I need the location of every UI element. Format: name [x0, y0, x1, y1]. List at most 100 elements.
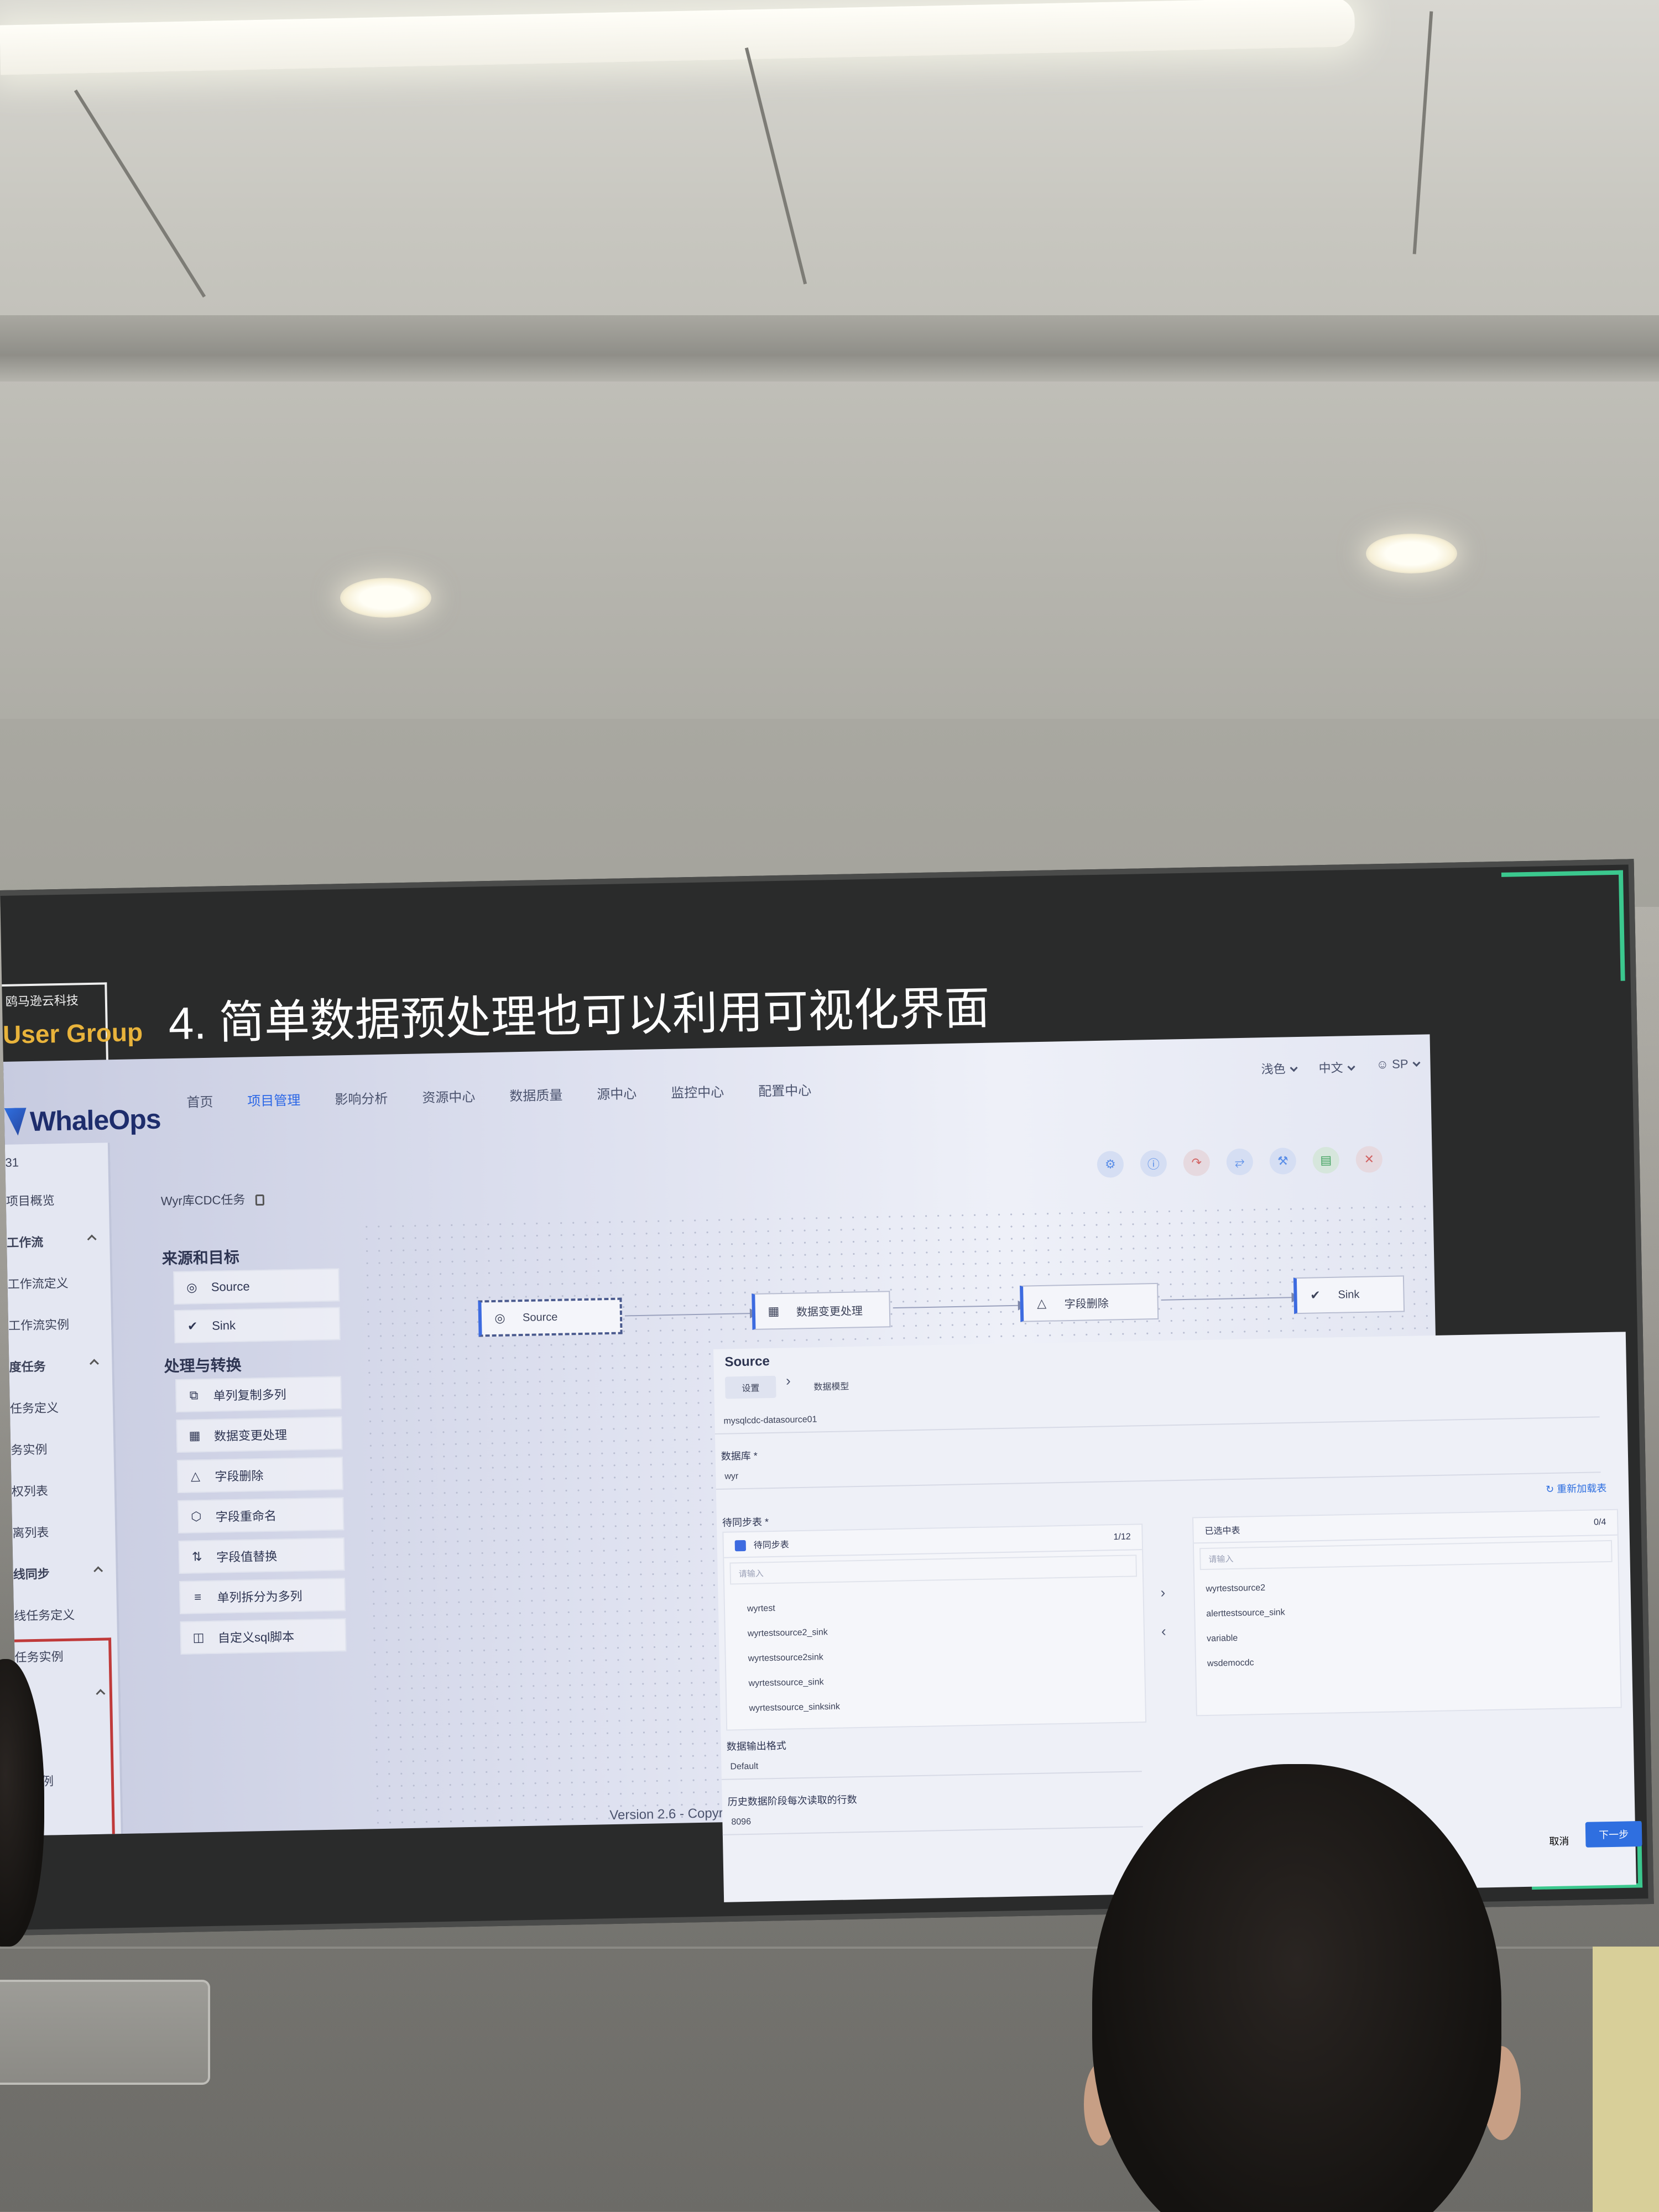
list-item[interactable]: wyrtest [747, 1604, 775, 1614]
list-item[interactable]: wyrtestsource2_sink [748, 1627, 828, 1639]
selected-tables-search[interactable]: 请输入 [1199, 1540, 1613, 1571]
edge-arrow [1161, 1297, 1300, 1301]
sidebar-item-sync-task-definition[interactable]: 线任务定义 [14, 1605, 75, 1624]
sidebar-group-workflow[interactable]: 工作流 [7, 1233, 44, 1251]
ceiling-light-strip [0, 0, 1355, 75]
downlight [1366, 534, 1457, 573]
format-icon[interactable]: ⚒ [1269, 1147, 1297, 1175]
chevron-right-icon: › [785, 1372, 791, 1389]
logo[interactable]: WhaleOps [4, 1103, 161, 1138]
history-rows-input[interactable]: 8096 [722, 1803, 1143, 1835]
chevron-up-icon[interactable] [89, 1359, 99, 1369]
nav-source-center[interactable]: 源中心 [597, 1083, 637, 1103]
component-custom-sql[interactable]: ◫ 自定义sql脚本 [180, 1618, 347, 1655]
slide-title: 4. 简单数据预处理也可以利用可视化界面 [168, 983, 990, 1050]
sidebar-item-overview[interactable]: 项目概览 [6, 1191, 55, 1209]
chevron-up-icon[interactable] [93, 1566, 103, 1576]
component-sink[interactable]: ✔ Sink [174, 1307, 341, 1344]
cancel-button[interactable]: 取消 [1536, 1828, 1583, 1854]
info-icon[interactable]: ⓘ [1140, 1150, 1167, 1177]
share-icon[interactable]: ↷ [1183, 1149, 1211, 1177]
output-format-select[interactable]: Default [721, 1747, 1142, 1780]
list-item[interactable]: wyrtestsource_sinksink [749, 1702, 840, 1714]
sidebar-item-sync-task-instance[interactable]: 任务实例 [14, 1647, 64, 1666]
component-label: Source [211, 1279, 250, 1294]
nav-home[interactable]: 首页 [186, 1091, 213, 1111]
sidebar-item-workflow-instance[interactable]: 工作流实例 [8, 1315, 70, 1334]
nav-config-center[interactable]: 配置中心 [758, 1079, 812, 1100]
grid-icon: ▦ [768, 1304, 780, 1318]
database-select[interactable]: wyr [716, 1448, 1601, 1490]
datasource-select[interactable]: mysqlcdc-datasource01 [714, 1393, 1600, 1434]
list-item[interactable]: wyrtestsource_sink [748, 1677, 823, 1689]
save-icon[interactable]: ▤ [1312, 1146, 1340, 1174]
node-label: 数据变更处理 [796, 1305, 863, 1318]
sql-script-icon: ◫ [192, 1630, 205, 1645]
sink-icon: ✔ [187, 1319, 198, 1333]
sidebar-group-task[interactable]: 度任务 [9, 1357, 46, 1375]
settings-icon[interactable]: ⚙ [1097, 1151, 1124, 1178]
nav-impact-analysis[interactable]: 影响分析 [335, 1088, 388, 1108]
list-item[interactable]: wsdemocdc [1207, 1658, 1254, 1669]
sidebar-item-offline-list[interactable]: 离列表 [12, 1523, 49, 1541]
node-field-delete[interactable]: △ 字段删除 [1020, 1282, 1159, 1322]
sidebar-item-task-definition[interactable]: 任务定义 [10, 1398, 59, 1417]
fullscreen-icon[interactable]: ⥂ [1226, 1148, 1254, 1176]
theme-select[interactable]: 浅色 [1261, 1059, 1298, 1077]
sink-icon: ✔ [1310, 1288, 1321, 1302]
component-field-delete[interactable]: △ 字段删除 [176, 1457, 343, 1494]
nav-data-quality[interactable]: 数据质量 [509, 1084, 563, 1105]
node-change-processing[interactable]: ▦ 数据变更处理 [752, 1291, 891, 1331]
nav-monitor-center[interactable]: 监控中心 [671, 1081, 724, 1102]
move-right-button[interactable]: › [1160, 1584, 1165, 1601]
select-all-checkbox[interactable] [734, 1540, 747, 1552]
sidebar-item-permission-list[interactable]: 权列表 [12, 1481, 49, 1500]
list-item[interactable]: wyrtestsource2sink [748, 1652, 823, 1664]
component-field-rename[interactable]: ⬡ 字段重命名 [178, 1497, 345, 1534]
available-tables-search[interactable]: 请输入 [729, 1554, 1138, 1585]
component-value-replace[interactable]: ⇅ 字段值替换 [178, 1537, 345, 1574]
selected-tables-header: 已选中表 0/4 [1193, 1510, 1618, 1544]
node-sink[interactable]: ✔ Sink [1293, 1275, 1405, 1314]
selected-tables-list: 已选中表 0/4 请输入 wyrtestsource2 alerttestsou… [1192, 1509, 1622, 1717]
task-title: Wyr库CDC任务 [161, 1190, 264, 1209]
chevron-up-icon[interactable] [87, 1234, 97, 1244]
database-label: 数据库 * [721, 1450, 758, 1462]
component-source[interactable]: ◎ Source [173, 1268, 340, 1305]
move-left-button[interactable]: ‹ [1161, 1623, 1166, 1640]
tables-label: 待同步表 * [722, 1516, 769, 1528]
edge-arrow [624, 1312, 758, 1317]
ceiling-seam [74, 89, 206, 298]
next-button[interactable]: 下一步 [1585, 1820, 1642, 1848]
document-icon[interactable] [255, 1194, 264, 1206]
component-split-column[interactable]: ≡ 单列拆分为多列 [179, 1578, 346, 1614]
component-label: 字段重命名 [215, 1509, 277, 1524]
list-item[interactable]: wyrtestsource2 [1206, 1583, 1265, 1594]
task-name: Wyr库CDC任务 [160, 1192, 246, 1208]
close-icon[interactable]: ✕ [1355, 1146, 1383, 1173]
node-source[interactable]: ◎ Source [478, 1297, 623, 1337]
available-count: 1/12 [1113, 1532, 1131, 1542]
sidebar-item-task-instance[interactable]: 务实例 [11, 1440, 48, 1458]
component-change-processing[interactable]: ▦ 数据变更处理 [176, 1416, 343, 1453]
nav-resource-center[interactable]: 资源中心 [422, 1086, 476, 1107]
component-copy-column[interactable]: ⧉ 单列复制多列 [175, 1376, 342, 1413]
section-transform: 处理与转换 [164, 1356, 242, 1375]
component-label: 单列复制多列 [213, 1387, 286, 1403]
reload-tables-link[interactable]: ↻ 重新加载表 [1546, 1480, 1607, 1496]
tab-data-model[interactable]: 数据模型 [813, 1379, 849, 1392]
sidebar-project-id: 31 [5, 1155, 19, 1170]
list-item[interactable]: variable [1207, 1634, 1238, 1644]
node-label: Source [522, 1311, 558, 1324]
list-item[interactable]: alerttestsource_sink [1206, 1608, 1285, 1619]
ceiling-seam [1412, 11, 1433, 254]
sidebar-group-sync[interactable]: 线同步 [13, 1564, 50, 1583]
component-label: Sink [211, 1318, 236, 1333]
component-label: 数据变更处理 [213, 1428, 288, 1443]
sidebar-item-workflow-definition[interactable]: 工作流定义 [7, 1274, 69, 1292]
tab-settings[interactable]: 设置 [724, 1375, 776, 1399]
user-menu[interactable]: ☺ SP [1376, 1057, 1421, 1075]
language-select[interactable]: 中文 [1318, 1058, 1355, 1076]
output-format-label: 数据输出格式 [726, 1740, 786, 1752]
nav-project-management[interactable]: 项目管理 [247, 1089, 301, 1110]
